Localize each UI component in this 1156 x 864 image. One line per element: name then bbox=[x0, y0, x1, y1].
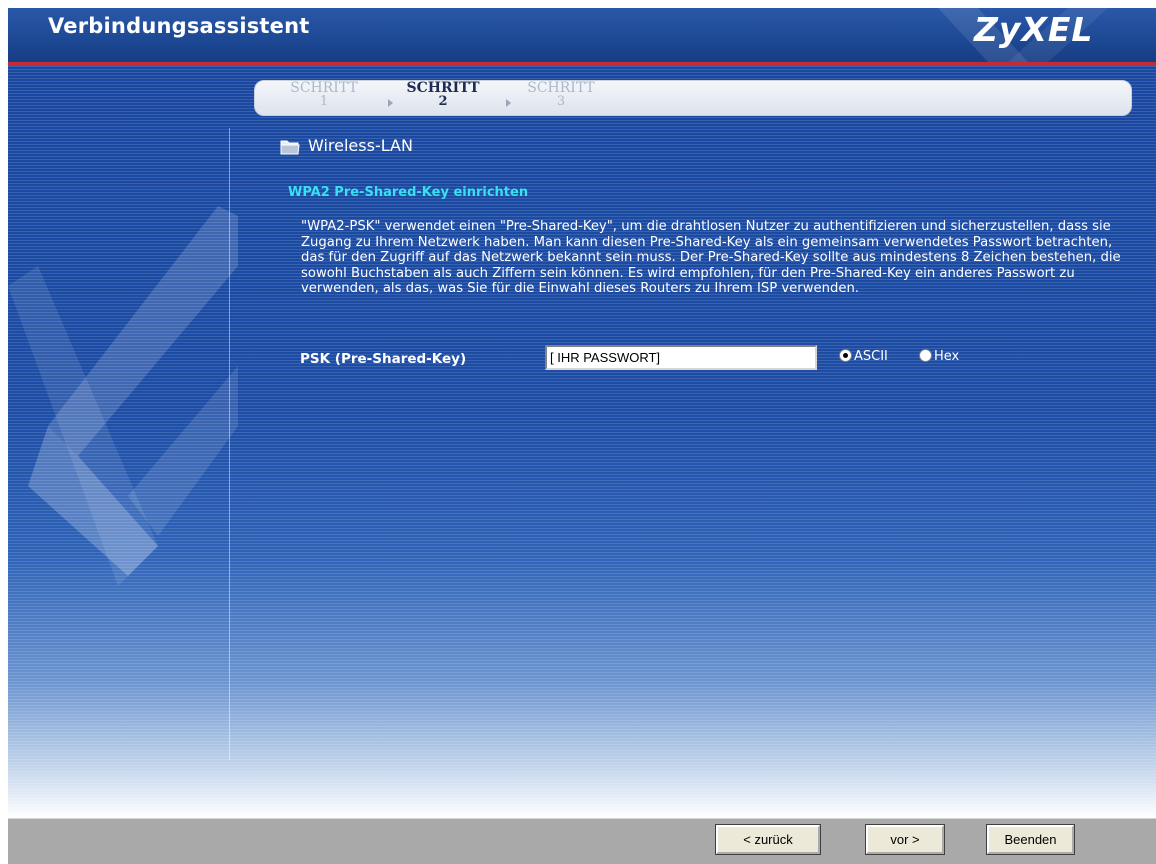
step-2-number: 2 bbox=[438, 94, 448, 109]
folder-icon bbox=[280, 140, 300, 155]
ascii-radio-label: ASCII bbox=[854, 349, 888, 364]
back-button[interactable]: < zurück bbox=[715, 824, 821, 855]
step-arrow-icon bbox=[506, 99, 511, 107]
finish-button[interactable]: Beenden bbox=[986, 824, 1075, 855]
description-text: "WPA2-PSK" verwendet einen "Pre-Shared-K… bbox=[301, 219, 1121, 296]
psk-label: PSK (Pre-Shared-Key) bbox=[300, 351, 467, 367]
step-1-number: 1 bbox=[319, 94, 329, 109]
section-subtitle: WPA2 Pre-Shared-Key einrichten bbox=[288, 185, 529, 200]
brand-logo: ZyXEL bbox=[974, 10, 1094, 49]
hex-radio-label: Hex bbox=[934, 349, 960, 364]
psk-input[interactable] bbox=[545, 345, 817, 370]
footer-bar bbox=[8, 818, 1156, 864]
background-x-logo bbox=[8, 206, 238, 586]
step-indicator: SCHRITT 1 SCHRITT 2 SCHRITT 3 bbox=[254, 80, 1132, 116]
wizard-window: Verbindungsassistent ZyXEL SCHRITT 1 SCH… bbox=[8, 8, 1156, 864]
step-arrow-icon bbox=[388, 99, 393, 107]
ascii-radio[interactable] bbox=[839, 349, 852, 362]
header-bar: Verbindungsassistent ZyXEL bbox=[8, 8, 1156, 62]
sidebar-divider bbox=[229, 128, 230, 760]
app-title: Verbindungsassistent bbox=[48, 14, 310, 38]
hex-radio[interactable] bbox=[919, 349, 932, 362]
step-3-number: 3 bbox=[556, 94, 566, 109]
step-3: SCHRITT 3 bbox=[516, 81, 606, 109]
step-1: SCHRITT 1 bbox=[279, 81, 369, 109]
step-2: SCHRITT 2 bbox=[398, 81, 488, 109]
section-title: Wireless-LAN bbox=[308, 136, 413, 155]
next-button[interactable]: vor > bbox=[865, 824, 945, 855]
